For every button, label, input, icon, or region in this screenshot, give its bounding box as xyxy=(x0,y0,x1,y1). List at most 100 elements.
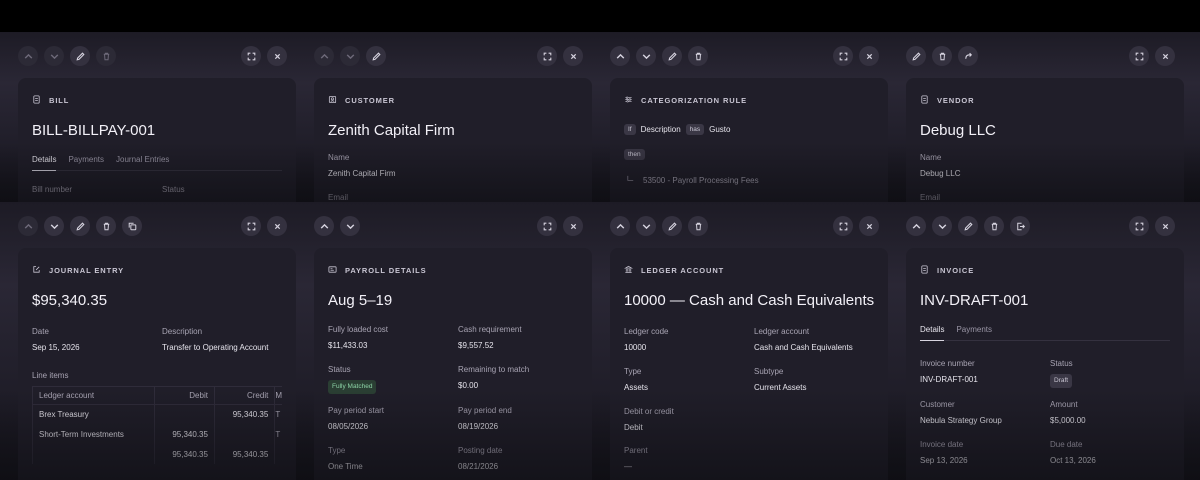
invoice-panel: INVOICE INV-DRAFT-001 Details Payments I… xyxy=(888,202,1184,480)
payroll-card: PAYROLL DETAILS Aug 5–19 Fully loaded co… xyxy=(314,248,592,480)
pencil-icon[interactable] xyxy=(366,46,386,66)
expand-icon[interactable] xyxy=(537,216,557,236)
if-chip: If xyxy=(624,124,636,135)
name-value: Debug LLC xyxy=(920,169,961,178)
document-icon xyxy=(920,261,929,279)
trash-icon[interactable] xyxy=(96,46,116,66)
email-label: Email xyxy=(920,192,941,202)
export-icon[interactable] xyxy=(1010,216,1030,236)
chevron-up-icon[interactable] xyxy=(610,46,630,66)
close-icon[interactable] xyxy=(563,46,583,66)
invoice-card: INVOICE INV-DRAFT-001 Details Payments I… xyxy=(906,248,1184,480)
trash-icon[interactable] xyxy=(96,216,116,236)
panel-toolbar xyxy=(906,216,1175,236)
contact-icon xyxy=(328,91,337,109)
amount-label: Amount xyxy=(1050,400,1078,410)
panel-toolbar xyxy=(610,46,879,66)
panel-title: $95,340.35 xyxy=(32,292,108,309)
panel-title: BILL-BILLPAY-001 xyxy=(32,122,156,139)
expand-icon[interactable] xyxy=(1129,216,1149,236)
chevron-down-icon[interactable] xyxy=(44,46,64,66)
customer-card: CUSTOMER Zenith Capital Firm Name Zenith… xyxy=(314,78,592,202)
document-icon xyxy=(920,91,929,109)
table-row[interactable]: Brex Treasury 95,340.35 T xyxy=(32,404,282,425)
panel-title: INV-DRAFT-001 xyxy=(920,292,1029,309)
chevron-up-icon[interactable] xyxy=(314,46,334,66)
chevron-down-icon[interactable] xyxy=(340,216,360,236)
chevron-down-icon[interactable] xyxy=(636,216,656,236)
rule-target: 53500 - Payroll Processing Fees xyxy=(626,175,874,186)
cell-memo: T xyxy=(274,424,282,445)
close-icon[interactable] xyxy=(859,216,879,236)
chevron-down-icon[interactable] xyxy=(932,216,952,236)
edit-square-icon xyxy=(32,261,41,279)
ledger-account-value: Cash and Cash Equivalents xyxy=(754,343,853,352)
panel-type-label: CATEGORIZATION RULE xyxy=(641,95,747,105)
table-row[interactable]: Short-Term Investments 95,340.35 T xyxy=(32,424,282,445)
tab-details[interactable]: Details xyxy=(920,325,945,341)
trash-icon[interactable] xyxy=(984,216,1004,236)
panel-type-label: JOURNAL ENTRY xyxy=(49,265,125,275)
close-icon[interactable] xyxy=(1155,216,1175,236)
close-icon[interactable] xyxy=(563,216,583,236)
pencil-icon[interactable] xyxy=(906,46,926,66)
panel-toolbar xyxy=(314,46,583,66)
invoice-date-value: Sep 13, 2026 xyxy=(920,456,968,466)
trash-icon[interactable] xyxy=(688,216,708,236)
table-header: Ledger account Debit Credit M xyxy=(32,385,282,405)
pencil-icon[interactable] xyxy=(662,46,682,66)
tab-payments[interactable]: Payments xyxy=(956,325,992,334)
expand-icon[interactable] xyxy=(833,46,853,66)
due-date-label: Due date xyxy=(1050,440,1083,450)
chevron-up-icon[interactable] xyxy=(314,216,334,236)
chevron-down-icon[interactable] xyxy=(636,46,656,66)
debit-or-credit-value: Debit xyxy=(624,422,643,432)
expand-icon[interactable] xyxy=(1129,46,1149,66)
expand-icon[interactable] xyxy=(537,46,557,66)
line-items-label: Line items xyxy=(32,370,69,380)
chevron-down-icon[interactable] xyxy=(44,216,64,236)
pencil-icon[interactable] xyxy=(958,216,978,236)
chevron-down-icon[interactable] xyxy=(340,46,360,66)
rule-card: CATEGORIZATION RULE If Description has G… xyxy=(610,78,888,202)
trash-icon[interactable] xyxy=(932,46,952,66)
tab-details[interactable]: Details xyxy=(32,155,57,171)
line-items-table: Ledger account Debit Credit M Brex Treas… xyxy=(32,385,282,465)
panel-type-label: VENDOR xyxy=(937,95,975,105)
pencil-icon[interactable] xyxy=(70,216,90,236)
tab-payments[interactable]: Payments xyxy=(68,155,104,164)
journal-entry-card: JOURNAL ENTRY $95,340.35 Date Sep 15, 20… xyxy=(18,248,296,480)
chevron-up-icon[interactable] xyxy=(18,46,38,66)
document-icon xyxy=(32,91,41,109)
close-icon[interactable] xyxy=(267,216,287,236)
chevron-up-icon[interactable] xyxy=(18,216,38,236)
pencil-icon[interactable] xyxy=(662,216,682,236)
redo-icon[interactable] xyxy=(958,46,978,66)
invoice-number-label: Invoice number xyxy=(920,359,975,368)
col-debit: Debit xyxy=(153,385,215,405)
panel-type-label: BILL xyxy=(49,95,70,105)
chevron-up-icon[interactable] xyxy=(906,216,926,236)
close-icon[interactable] xyxy=(267,46,287,66)
trash-icon[interactable] xyxy=(688,46,708,66)
copy-icon[interactable] xyxy=(122,216,142,236)
posting-date-label: Posting date xyxy=(458,445,503,455)
tab-journal-entries[interactable]: Journal Entries xyxy=(116,155,169,164)
expand-icon[interactable] xyxy=(833,216,853,236)
pencil-icon[interactable] xyxy=(70,46,90,66)
chevron-up-icon[interactable] xyxy=(610,216,630,236)
posting-date-value: 08/21/2026 xyxy=(458,461,499,471)
email-label: Email xyxy=(328,192,349,202)
ledger-account-card: LEDGER ACCOUNT 10000 — Cash and Cash Equ… xyxy=(610,248,888,480)
panel-title: 10000 — Cash and Cash Equivalents xyxy=(624,292,875,309)
close-icon[interactable] xyxy=(1155,46,1175,66)
rule-condition: If Description has Gusto xyxy=(624,124,874,135)
pay-period-end-value: 08/19/2026 xyxy=(458,422,499,432)
expand-icon[interactable] xyxy=(241,216,261,236)
close-icon[interactable] xyxy=(859,46,879,66)
expand-icon[interactable] xyxy=(241,46,261,66)
cell-account xyxy=(32,444,155,465)
description-label: Description xyxy=(162,327,203,336)
then-chip: then xyxy=(624,149,645,160)
status-badge: Fully Matched xyxy=(328,379,377,395)
